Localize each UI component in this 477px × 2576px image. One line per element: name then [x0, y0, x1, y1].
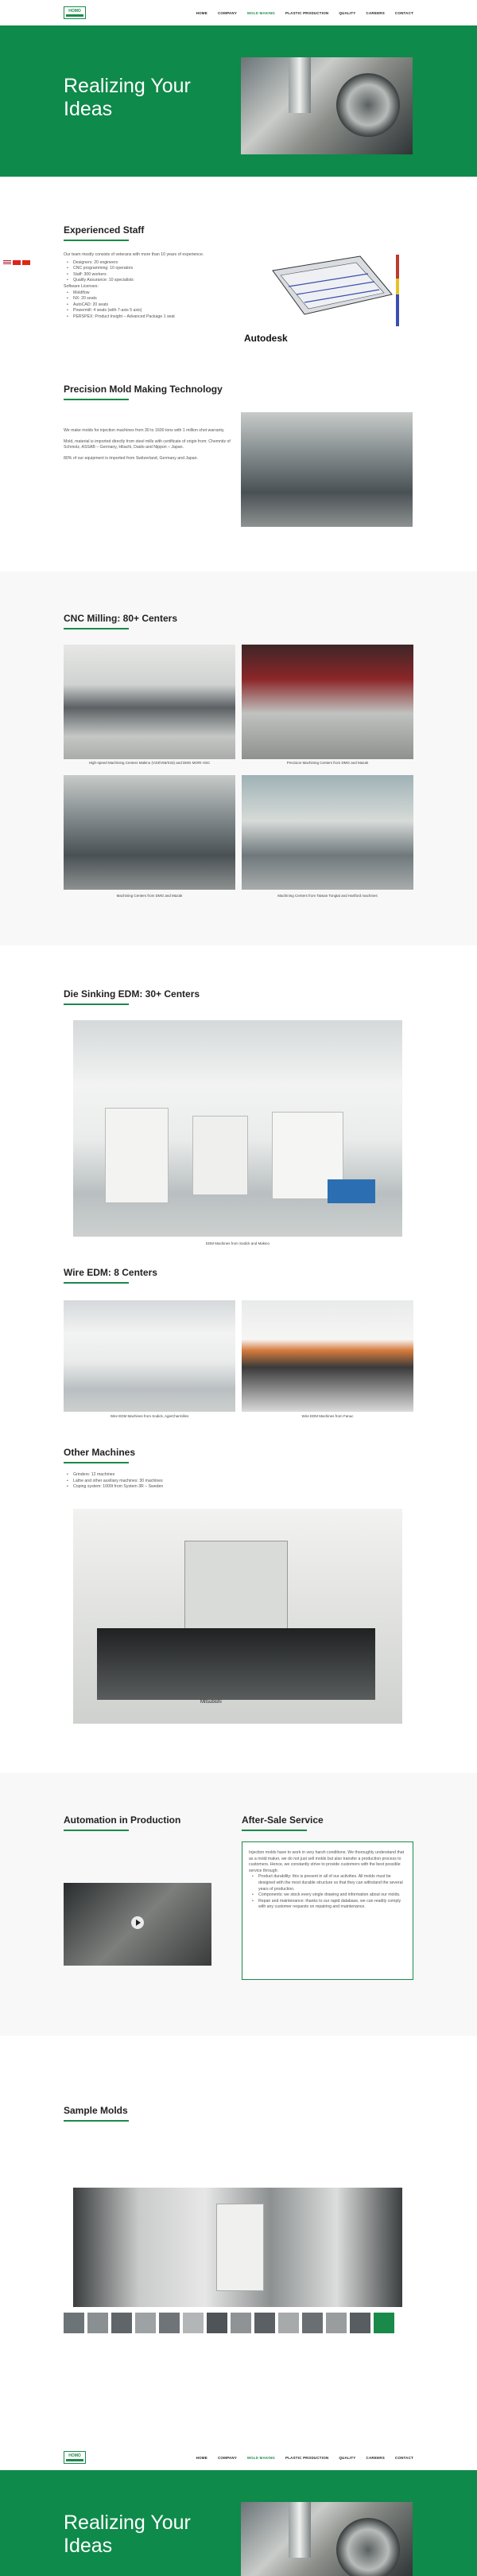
- nav-item-careers[interactable]: CAREERS: [366, 2456, 385, 2460]
- staff-intro: Our team mostly consists of veterans wit…: [64, 252, 204, 257]
- section-title: Experienced Staff: [64, 224, 145, 236]
- company-logo[interactable]: HOMO: [64, 6, 86, 19]
- section-title: Die Sinking EDM: 30+ Centers: [64, 988, 200, 1000]
- mold-making-photo: [241, 412, 413, 527]
- wire-edm-photo-1: [64, 1300, 235, 1412]
- flag-us-icon[interactable]: [3, 260, 11, 265]
- automation-title: Automation in Production: [64, 1814, 181, 1826]
- nav-item-mold-making[interactable]: MOLD MAKING: [247, 2456, 275, 2460]
- flag-cn-icon[interactable]: [22, 260, 30, 265]
- section-title: Other Machines: [64, 1447, 136, 1458]
- thumbnail[interactable]: [111, 2313, 132, 2333]
- autodesk-logo: Autodesk: [244, 333, 288, 344]
- sample-thumbnails: [64, 2313, 413, 2333]
- nav-item-home[interactable]: HOME: [196, 11, 207, 15]
- cnc-photo-4: [242, 775, 413, 890]
- cnc-photo-2: [242, 645, 413, 759]
- hero-machining-image: [241, 57, 413, 154]
- thumbnail[interactable]: [278, 2313, 299, 2333]
- other-machines-photo: Mitsubishi: [73, 1509, 402, 1724]
- nav-item-careers[interactable]: CAREERS: [366, 11, 385, 15]
- nav-item-home[interactable]: HOME: [196, 2456, 207, 2460]
- thumbnail[interactable]: [350, 2313, 370, 2333]
- thumbnail[interactable]: [326, 2313, 347, 2333]
- aftersale-list: Product durability: this is present in a…: [249, 1874, 406, 1911]
- software-list: Moldflow NX: 20 seats AutoCAD: 20 seats …: [64, 290, 223, 321]
- cnc-photo-1: [64, 645, 235, 759]
- hero-banner: Realizing Your Ideas: [0, 25, 477, 177]
- thumbnail[interactable]: [135, 2313, 156, 2333]
- software-label: Software Licenses:: [64, 283, 99, 289]
- cnc-photo-3: [64, 775, 235, 890]
- section-title: CNC Milling: 80+ Centers: [64, 613, 178, 624]
- aftersale-title: After-Sale Service: [242, 1814, 324, 1826]
- automation-aftersale-section: Automation in Production After-Sale Serv…: [0, 1773, 477, 2036]
- footer-hero-title: Realizing Your Ideas: [64, 2512, 191, 2557]
- flag-vn-icon[interactable]: [13, 260, 21, 265]
- top-nav: HOMO HOME COMPANY MOLD MAKING PLASTIC PR…: [0, 0, 477, 25]
- section-title: Sample Molds: [64, 2105, 128, 2116]
- nav-item-company[interactable]: COMPANY: [218, 11, 237, 15]
- footer-menu: HOME COMPANY MOLD MAKING PLASTIC PRODUCT…: [196, 2456, 413, 2460]
- thumbnail[interactable]: [183, 2313, 204, 2333]
- nav-item-quality[interactable]: QUALITY: [339, 2456, 355, 2460]
- automation-video[interactable]: [64, 1883, 211, 1966]
- thumbnail[interactable]: [374, 2313, 394, 2333]
- thumbnail[interactable]: [302, 2313, 323, 2333]
- wire-edm-photo-2: [242, 1300, 413, 1412]
- nav-item-mold-making[interactable]: MOLD MAKING: [247, 11, 275, 15]
- footer-nav: HOMO HOME COMPANY MOLD MAKING PLASTIC PR…: [0, 2445, 477, 2470]
- thumbnail[interactable]: [159, 2313, 180, 2333]
- nav-item-plastic-production[interactable]: PLASTIC PRODUCTION: [285, 2456, 328, 2460]
- other-machines-list: Grinders: 12 machines Lathe and other au…: [64, 1472, 302, 1491]
- machine-brand-label: Mitsubishi: [200, 1700, 222, 1705]
- thumbnail[interactable]: [87, 2313, 108, 2333]
- play-icon[interactable]: [131, 1916, 144, 1929]
- nav-item-company[interactable]: COMPANY: [218, 2456, 237, 2460]
- moldflow-simulation-image: Autodesk: [241, 239, 413, 357]
- nav-item-contact[interactable]: CONTACT: [395, 2456, 413, 2460]
- hero-title: Realizing Your Ideas: [64, 75, 191, 120]
- section-title: Wire EDM: 8 Centers: [64, 1267, 157, 1278]
- thumbnail[interactable]: [231, 2313, 251, 2333]
- section-title: Precision Mold Making Technology: [64, 384, 223, 395]
- nav-item-contact[interactable]: CONTACT: [395, 11, 413, 15]
- footer-hero-banner: Realizing Your Ideas: [0, 2470, 477, 2576]
- aftersale-box: Injection molds have to work in very har…: [242, 1841, 413, 1980]
- cnc-milling-section: CNC Milling: 80+ Centers High-speed Mach…: [0, 571, 477, 945]
- main-menu: HOME COMPANY MOLD MAKING PLASTIC PRODUCT…: [196, 11, 413, 15]
- edm-hall-photo: [73, 1020, 402, 1237]
- sample-mold-photo: [73, 2188, 402, 2307]
- company-logo[interactable]: HOMO: [64, 2451, 86, 2464]
- thumbnail[interactable]: [64, 2313, 84, 2333]
- thumbnail[interactable]: [254, 2313, 275, 2333]
- thumbnail[interactable]: [207, 2313, 227, 2333]
- staff-list: Designers: 20 engineers CNC programming:…: [64, 260, 223, 284]
- footer-hero-image: [241, 2502, 413, 2576]
- nav-item-quality[interactable]: QUALITY: [339, 11, 355, 15]
- nav-item-plastic-production[interactable]: PLASTIC PRODUCTION: [285, 11, 328, 15]
